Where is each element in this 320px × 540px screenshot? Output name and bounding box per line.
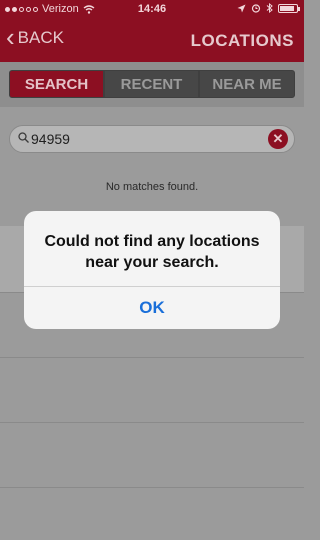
status-right (237, 3, 300, 13)
location-arrow-icon (237, 4, 246, 12)
search-input[interactable] (31, 130, 261, 148)
alert-dialog: Could not find any locations near your s… (24, 211, 280, 329)
clear-search-button[interactable]: ✕ (268, 129, 288, 149)
navigation-bar: ‹ BACK LOCATIONS (0, 20, 304, 62)
chevron-left-icon: ‹ (6, 22, 15, 52)
alarm-clock-icon (251, 4, 261, 13)
list-divider (0, 357, 304, 358)
segmented-control: SEARCH RECENT NEAR ME (0, 62, 304, 107)
alert-ok-button[interactable]: OK (24, 287, 280, 329)
back-label: BACK (17, 28, 64, 47)
search-icon (18, 132, 29, 143)
back-button[interactable]: ‹ BACK (6, 22, 64, 52)
tab-search[interactable]: SEARCH (9, 70, 104, 98)
no-matches-message: No matches found. (105, 181, 199, 193)
list-divider (0, 422, 304, 423)
tab-near-me[interactable]: NEAR ME (199, 70, 295, 98)
bluetooth-icon (266, 3, 273, 13)
tab-recent[interactable]: RECENT (104, 70, 199, 98)
alert-message: Could not find any locations near your s… (44, 233, 260, 271)
battery-icon (278, 3, 300, 13)
page-title: LOCATIONS (190, 31, 294, 50)
list-divider (0, 487, 304, 488)
search-field[interactable]: ✕ (9, 125, 295, 153)
search-area: ✕ (0, 107, 304, 157)
status-bar: Verizon 14:46 (0, 0, 304, 20)
